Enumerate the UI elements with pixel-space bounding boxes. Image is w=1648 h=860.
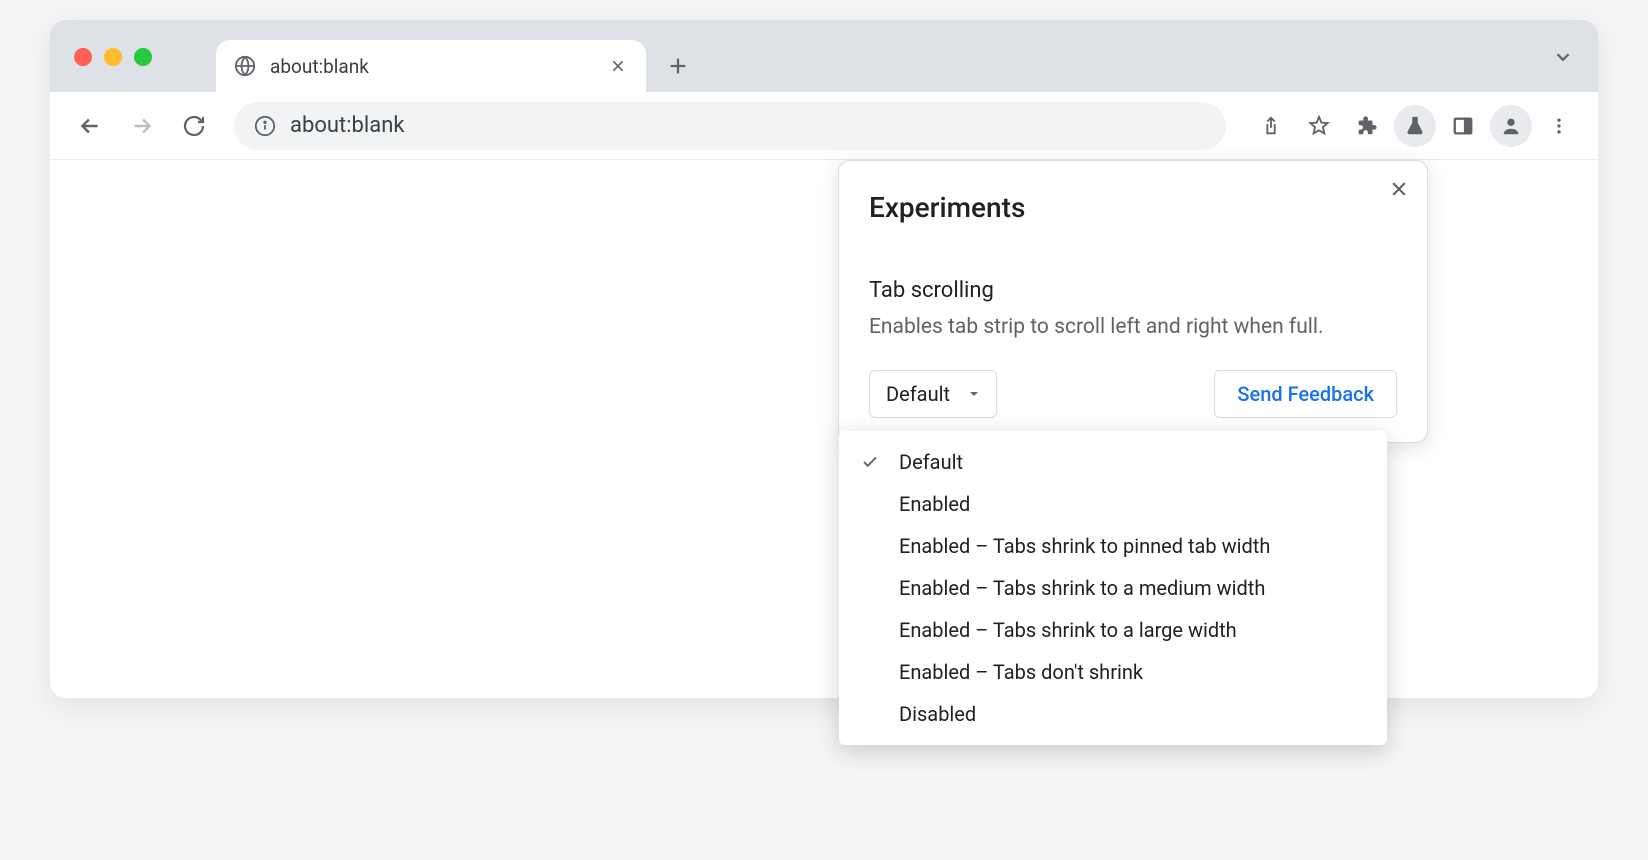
experiments-popup: Experiments Tab scrolling Enables tab st… <box>838 160 1428 443</box>
caret-down-icon <box>968 388 980 400</box>
window-close-button[interactable] <box>74 48 92 66</box>
menu-button[interactable] <box>1538 105 1580 147</box>
dropdown-option[interactable]: Enabled – Tabs shrink to a large width <box>839 609 1387 651</box>
dropdown-option[interactable]: Enabled – Tabs shrink to pinned tab widt… <box>839 525 1387 567</box>
site-info-icon[interactable] <box>254 115 276 137</box>
tabs-dropdown-button[interactable] <box>1552 46 1574 68</box>
window-fullscreen-button[interactable] <box>134 48 152 66</box>
toolbar: about:blank <box>50 92 1598 160</box>
dropdown-option[interactable]: Default <box>839 441 1387 483</box>
experiments-button[interactable] <box>1394 105 1436 147</box>
page-content: Experiments Tab scrolling Enables tab st… <box>50 160 1598 698</box>
check-icon <box>859 453 881 471</box>
dropdown-option-label: Enabled – Tabs don't shrink <box>899 660 1143 684</box>
tab-title: about:blank <box>270 55 594 78</box>
reload-button[interactable] <box>172 104 216 148</box>
bookmark-button[interactable] <box>1298 105 1340 147</box>
side-panel-button[interactable] <box>1442 105 1484 147</box>
dropdown-option-label: Enabled – Tabs shrink to pinned tab widt… <box>899 534 1270 558</box>
experiment-select[interactable]: Default <box>869 370 997 418</box>
address-bar[interactable]: about:blank <box>234 102 1226 150</box>
tab-strip: about:blank <box>50 20 1598 92</box>
forward-button[interactable] <box>120 104 164 148</box>
popup-close-button[interactable] <box>1389 179 1409 199</box>
send-feedback-button[interactable]: Send Feedback <box>1214 370 1397 418</box>
profile-button[interactable] <box>1490 105 1532 147</box>
toolbar-actions <box>1250 105 1580 147</box>
share-button[interactable] <box>1250 105 1292 147</box>
window-minimize-button[interactable] <box>104 48 122 66</box>
browser-tab[interactable]: about:blank <box>216 40 646 92</box>
experiment-description: Enables tab strip to scroll left and rig… <box>869 313 1397 342</box>
experiment-controls: Default Send Feedback <box>869 370 1397 418</box>
address-bar-text: about:blank <box>290 113 405 138</box>
select-value: Default <box>886 382 950 406</box>
dropdown-option-label: Enabled – Tabs shrink to a medium width <box>899 576 1265 600</box>
dropdown-option[interactable]: Enabled <box>839 483 1387 525</box>
window-controls <box>74 48 152 66</box>
feedback-label: Send Feedback <box>1237 382 1374 406</box>
dropdown-option-label: Disabled <box>899 702 976 726</box>
new-tab-button[interactable] <box>656 44 700 88</box>
select-dropdown-menu: Default Enabled Enabled – Tabs shrink to p… <box>839 431 1387 745</box>
globe-icon <box>234 55 256 77</box>
dropdown-option-label: Enabled <box>899 492 970 516</box>
tab-close-button[interactable] <box>608 56 628 76</box>
extensions-button[interactable] <box>1346 105 1388 147</box>
experiment-name: Tab scrolling <box>869 278 1397 303</box>
browser-window: about:blank about:blank <box>50 20 1598 698</box>
dropdown-option[interactable]: Enabled – Tabs don't shrink <box>839 651 1387 693</box>
back-button[interactable] <box>68 104 112 148</box>
popup-title: Experiments <box>869 191 1397 224</box>
dropdown-option-label: Enabled – Tabs shrink to a large width <box>899 618 1237 642</box>
dropdown-option[interactable]: Enabled – Tabs shrink to a medium width <box>839 567 1387 609</box>
dropdown-option[interactable]: Disabled <box>839 693 1387 735</box>
dropdown-option-label: Default <box>899 450 963 474</box>
